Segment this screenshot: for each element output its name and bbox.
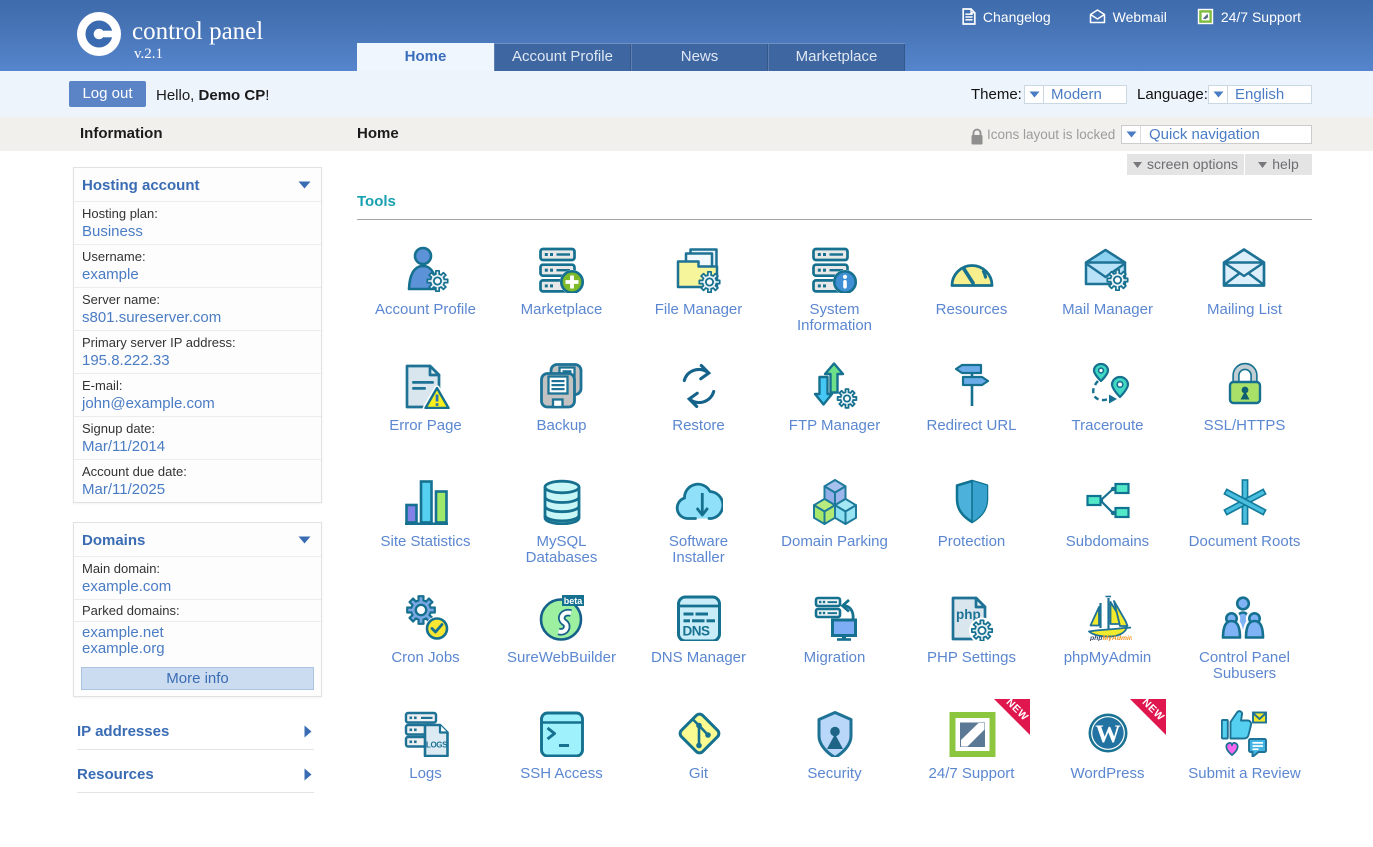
svg-text:phpMyAdmin: phpMyAdmin [1089,635,1132,641]
svg-text:W: W [1095,719,1121,748]
svg-text:DNS: DNS [682,624,709,639]
svg-text:beta: beta [563,596,583,606]
svg-text:LOGS: LOGS [425,741,447,750]
